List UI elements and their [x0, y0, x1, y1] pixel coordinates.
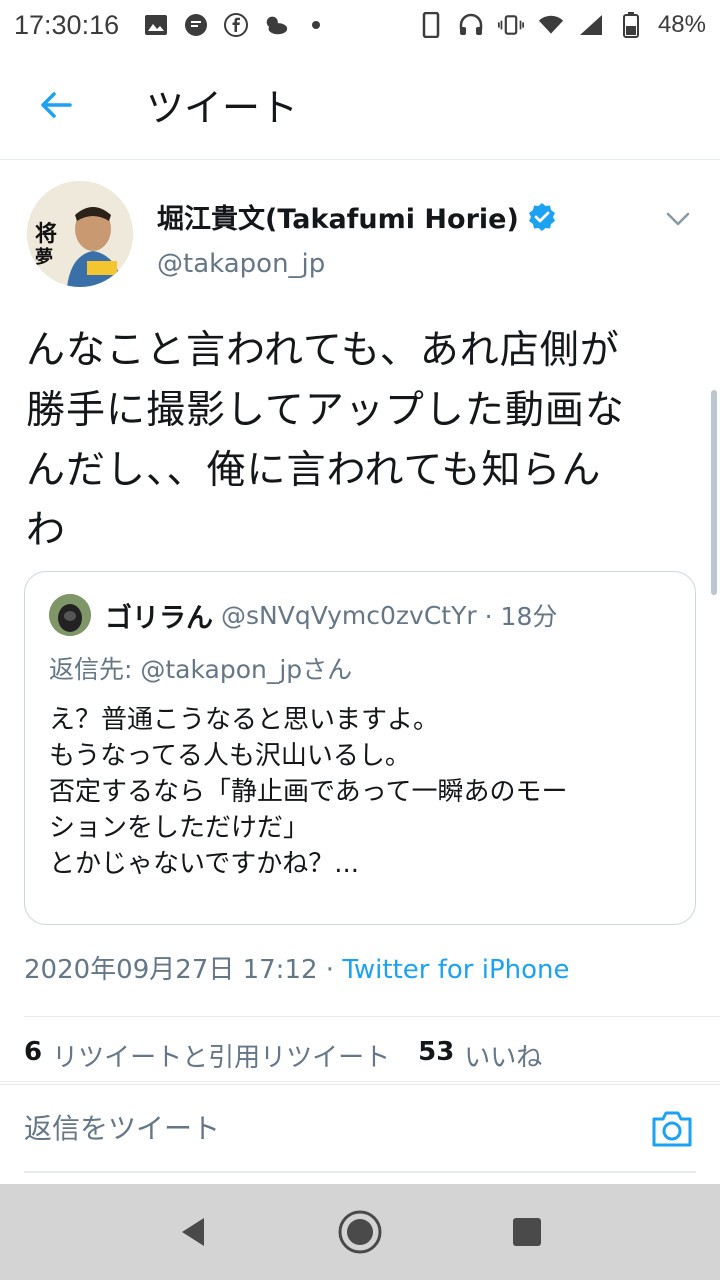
battery-icon — [618, 12, 644, 38]
reply-bar — [0, 1084, 720, 1174]
headphones-icon — [458, 12, 484, 38]
tweet-author: 将 夢 堀江貴文(Takafumi Horie) @takapon_jp — [0, 161, 720, 301]
tweet-timestamp: 2020年09月27日 17:12 — [24, 955, 318, 985]
retweets-stat[interactable]: 6 リツイートと引用リツイート — [24, 1037, 390, 1074]
tweet-metadata: 2020年09月27日 17:12 · Twitter for iPhone — [24, 949, 570, 986]
phone-icon — [418, 12, 444, 38]
like-count: 53 — [418, 1037, 455, 1067]
svg-text:将: 将 — [35, 221, 57, 247]
nav-back-button[interactable] — [163, 1202, 223, 1262]
quoted-author-name: ゴリラん — [105, 602, 213, 634]
quoted-text-line: ションをしただけだ」 — [49, 813, 310, 843]
retweet-count: 6 — [24, 1037, 43, 1067]
system-status-icons: 48% — [418, 11, 706, 39]
quoted-reply-to: 返信先: @takapon_jpさん — [49, 655, 353, 684]
back-button[interactable] — [26, 75, 86, 135]
page-title: ツイート — [146, 86, 299, 130]
facebook-icon — [223, 12, 249, 38]
quoted-text-line: 否定するなら「静止画であって一瞬あのモー — [49, 777, 568, 807]
quoted-text-line: とかじゃないですかね？... — [49, 849, 360, 879]
retweet-label: リツイートと引用リツイート — [52, 1043, 391, 1073]
home-circle-icon — [338, 1210, 382, 1254]
quoted-tweet-time: · 18分 — [484, 602, 558, 631]
back-arrow-icon — [41, 91, 72, 118]
likes-stat[interactable]: 53 いいね — [418, 1037, 542, 1074]
vibrate-icon — [497, 12, 524, 38]
reply-input[interactable] — [24, 1103, 624, 1153]
signal-icon — [578, 12, 604, 38]
scrollbar[interactable] — [711, 390, 717, 595]
nav-home-button[interactable] — [330, 1202, 390, 1262]
dot-icon — [303, 12, 329, 38]
reply-underline — [24, 1171, 696, 1173]
square-recents-icon — [512, 1218, 541, 1246]
quoted-text-line: もうなってる人も沢山いるし。 — [49, 741, 411, 771]
chevron-down-icon — [666, 212, 690, 226]
divider — [0, 1081, 720, 1082]
divider — [24, 1016, 720, 1017]
triangle-back-icon — [182, 1218, 205, 1246]
author-avatar[interactable]: 将 夢 — [27, 181, 133, 287]
weather-icon — [263, 12, 289, 38]
quoted-tweet[interactable]: ゴリラん @sNVqVymc0zvCtYr · 18分 返信先: @takapo… — [24, 571, 696, 925]
notification-icons — [143, 12, 329, 38]
quoted-author-handle: @sNVqVymc0zvCtYr — [221, 600, 477, 630]
tweet-source-link[interactable]: Twitter for iPhone — [342, 955, 569, 985]
tweet-text-line: んなこと言われても、あれ店側が — [26, 328, 620, 373]
quoted-author-avatar — [49, 594, 91, 636]
author-handle[interactable]: @takapon_jp — [157, 249, 325, 279]
tweet-text-line: わ — [26, 508, 67, 553]
nav-recents-button[interactable] — [497, 1202, 557, 1262]
status-bar: 17:30:16 48% — [0, 0, 720, 50]
quoted-text-line: え？普通こうなると思いますよ。 — [49, 705, 440, 735]
tweet-body: んなこと言われても、あれ店側が 勝手に撮影してアップした動画な んだし、、俺に言… — [26, 321, 696, 561]
system-nav-bar — [0, 1184, 720, 1280]
status-time: 17:30:16 — [14, 9, 120, 40]
message-icon — [183, 12, 209, 38]
image-icon — [143, 12, 169, 38]
quoted-tweet-header: ゴリラん @sNVqVymc0zvCtYr · 18分 — [49, 594, 557, 636]
tweet-text-line: んだし、、俺に言われても知らん — [26, 448, 602, 493]
top-app-bar: ツイート — [0, 50, 720, 160]
quoted-tweet-body: え？普通こうなると思いますよ。 もうなってる人も沢山いるし。 否定するなら「静止… — [49, 702, 679, 882]
tweet-stats: 6 リツイートと引用リツイート 53 いいね — [24, 1037, 560, 1074]
author-name[interactable]: 堀江貴文(Takafumi Horie) — [157, 197, 557, 236]
tweet-text-line: 勝手に撮影してアップした動画な — [26, 388, 625, 433]
wifi-icon — [538, 12, 564, 38]
svg-text:夢: 夢 — [35, 247, 53, 268]
camera-button[interactable] — [650, 1107, 694, 1151]
tweet-detail: 将 夢 堀江貴文(Takafumi Horie) @takapon_jp んなこ… — [0, 161, 720, 1082]
more-options-button[interactable] — [658, 199, 698, 239]
verified-badge-icon — [527, 202, 557, 232]
camera-icon — [652, 1111, 692, 1147]
meta-separator: · — [325, 955, 335, 985]
battery-percent: 48% — [657, 11, 706, 38]
like-label: いいね — [464, 1043, 543, 1073]
author-name-text: 堀江貴文(Takafumi Horie) — [157, 204, 519, 235]
